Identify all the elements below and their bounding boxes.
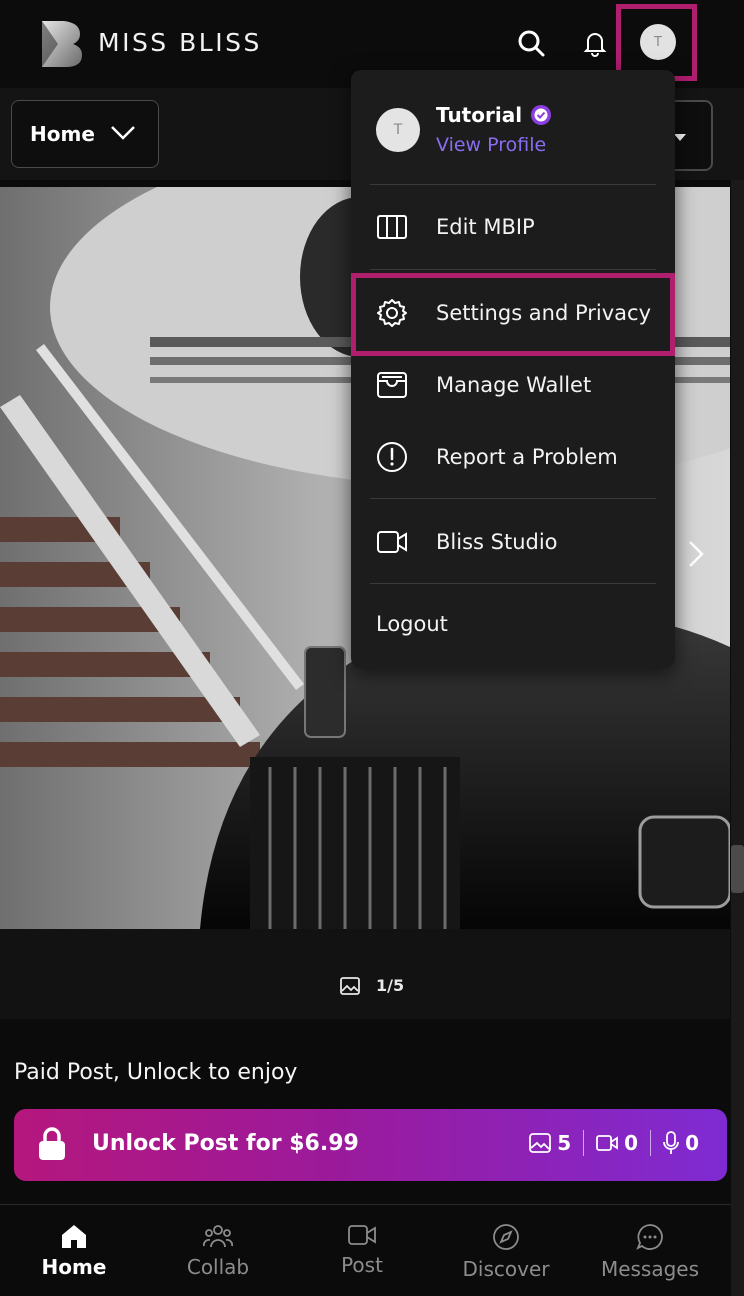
nav-messages[interactable]: Messages [590,1223,710,1281]
nav-post-label: Post [341,1253,383,1277]
search-icon[interactable] [516,28,546,58]
scrollbar-thumb[interactable] [731,845,744,893]
users-icon [203,1225,233,1248]
menu-item-label: Edit MBIP [436,215,535,239]
user-name-text: Tutorial [436,103,523,127]
compass-icon [493,1224,519,1250]
bell-icon[interactable] [580,28,610,58]
highlight-settings [351,273,675,356]
wallet-icon [377,372,407,398]
image-icon [340,976,360,995]
feed-filter-dropdown[interactable]: Home [11,100,159,168]
menu-divider [370,498,656,499]
menu-item-manage-wallet[interactable]: Manage Wallet [376,365,591,405]
nav-messages-label: Messages [600,1257,700,1281]
menu-item-bliss-studio[interactable]: Bliss Studio [376,522,558,562]
menu-item-report-problem[interactable]: Report a Problem [376,437,618,477]
menu-divider [370,269,656,270]
brand-name: MISS BLISS [98,28,262,57]
video-icon [596,1135,619,1151]
caret-down-icon [674,134,686,141]
menu-item-logout[interactable]: Logout [376,604,448,644]
menu-avatar[interactable]: T [376,108,420,152]
nav-discover[interactable]: Discover [446,1223,566,1281]
menu-item-edit-mbip[interactable]: Edit MBIP [376,207,535,247]
home-icon [62,1225,86,1248]
audio-count: 0 [685,1131,699,1155]
menu-item-label: Report a Problem [436,445,618,469]
media-counter-bar [0,929,730,1019]
verified-badge-icon [531,105,552,125]
nav-discover-label: Discover [462,1257,550,1281]
image-count: 5 [557,1131,572,1155]
menu-user-name: Tutorial [436,103,552,127]
menu-item-label: Manage Wallet [436,373,592,397]
menu-item-label: Bliss Studio [436,530,558,554]
unlock-label: Unlock Post for $6.99 [92,1131,359,1156]
media-counter-text: 1/5 [376,976,405,995]
video-camera-icon [348,1225,376,1245]
chat-icon [636,1224,663,1250]
view-profile-link[interactable]: View Profile [436,134,546,156]
miss-bliss-logo[interactable] [40,21,84,67]
stat-divider [650,1130,652,1156]
unlock-post-button[interactable]: Unlock Post for $6.99 5 0 0 [14,1109,727,1181]
microphone-icon [663,1131,679,1154]
feed-filter-label: Home [30,122,95,146]
image-icon [529,1133,552,1153]
columns-icon [377,215,407,239]
lock-icon [39,1127,65,1160]
alert-circle-icon [377,442,407,472]
next-image-arrow-icon[interactable] [682,538,708,570]
logout-label: Logout [376,612,448,636]
nav-home-label: Home [41,1255,107,1279]
video-count: 0 [624,1131,639,1155]
chevron-down-icon [111,126,135,140]
post-content-stats: 5 0 0 [529,1130,699,1156]
stat-divider [583,1130,585,1156]
media-counter: 1/5 [340,976,404,995]
video-camera-icon [377,531,407,553]
menu-divider [370,184,656,185]
menu-divider [370,583,656,584]
nav-home[interactable]: Home [14,1223,134,1279]
paid-post-text: Paid Post, Unlock to enjoy [14,1060,298,1085]
nav-collab[interactable]: Collab [158,1223,278,1279]
nav-collab-label: Collab [186,1255,250,1279]
nav-post[interactable]: Post [302,1223,422,1277]
page-scrollbar[interactable] [731,180,744,1296]
bottom-navigation: Home Collab Post Discover Messages [0,1204,744,1296]
